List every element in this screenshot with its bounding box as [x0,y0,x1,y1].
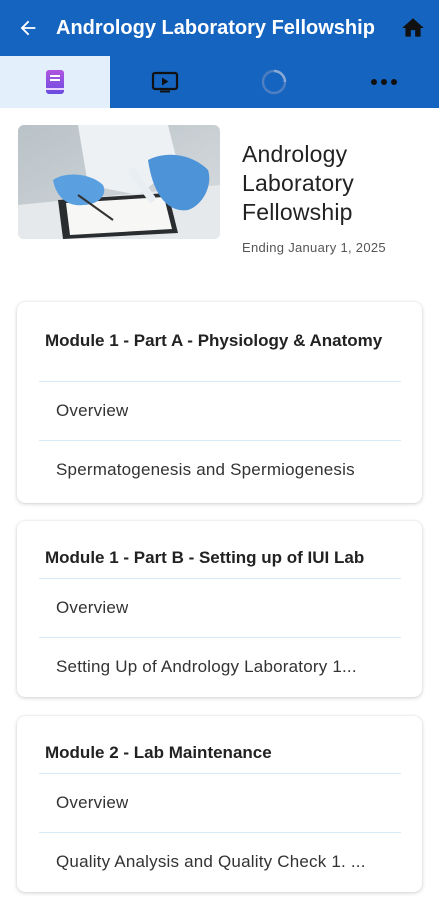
module-title[interactable]: Module 1 - Part A - Physiology & Anatomy [17,302,422,381]
module-card: Module 1 - Part B - Setting up of IUI La… [17,521,422,697]
lesson-label: Setting Up of Andrology Laboratory 1... [56,657,357,676]
lesson-label: Spermatogenesis and Spermiogenesis [56,460,355,479]
tab-progress[interactable] [220,56,330,108]
arrow-left-icon [20,20,36,36]
more-horizontal-icon [371,79,398,85]
lesson-label: Overview [56,598,129,617]
course-title: Andrology Laboratory Fellowship [242,141,354,225]
back-button[interactable] [0,0,56,56]
module-card: Module 2 - Lab Maintenance Overview Qual… [17,716,422,892]
page-title: Andrology Laboratory Fellowship [56,16,375,39]
course-ending-date: Ending January 1, 2025 [242,240,386,255]
tab-modules[interactable] [0,56,110,108]
tab-more[interactable] [329,56,439,108]
video-play-icon [151,71,178,93]
lesson-label: Quality Analysis and Quality Check 1. ..… [56,852,366,871]
tab-bar [0,56,439,108]
lesson-item[interactable]: Spermatogenesis and Spermiogenesis [17,441,422,499]
home-button[interactable] [387,0,439,56]
lesson-item[interactable]: Overview [17,579,422,637]
lesson-item[interactable]: Setting Up of Andrology Laboratory 1... [17,638,422,696]
module-title[interactable]: Module 1 - Part B - Setting up of IUI La… [17,521,422,578]
progress-ring-icon [262,69,287,95]
course-image [18,125,220,239]
book-icon [45,70,64,94]
lesson-label: Overview [56,401,129,420]
module-title[interactable]: Module 2 - Lab Maintenance [17,716,422,773]
app-bar: Andrology Laboratory Fellowship [0,0,439,56]
lesson-item[interactable]: Overview [17,774,422,832]
module-card: Module 1 - Part A - Physiology & Anatomy… [17,302,422,503]
home-icon [402,18,424,37]
lesson-label: Overview [56,793,129,812]
lesson-item[interactable]: Overview [17,382,422,440]
tab-videos[interactable] [110,56,220,108]
lesson-item[interactable]: Quality Analysis and Quality Check 1. ..… [17,833,422,891]
